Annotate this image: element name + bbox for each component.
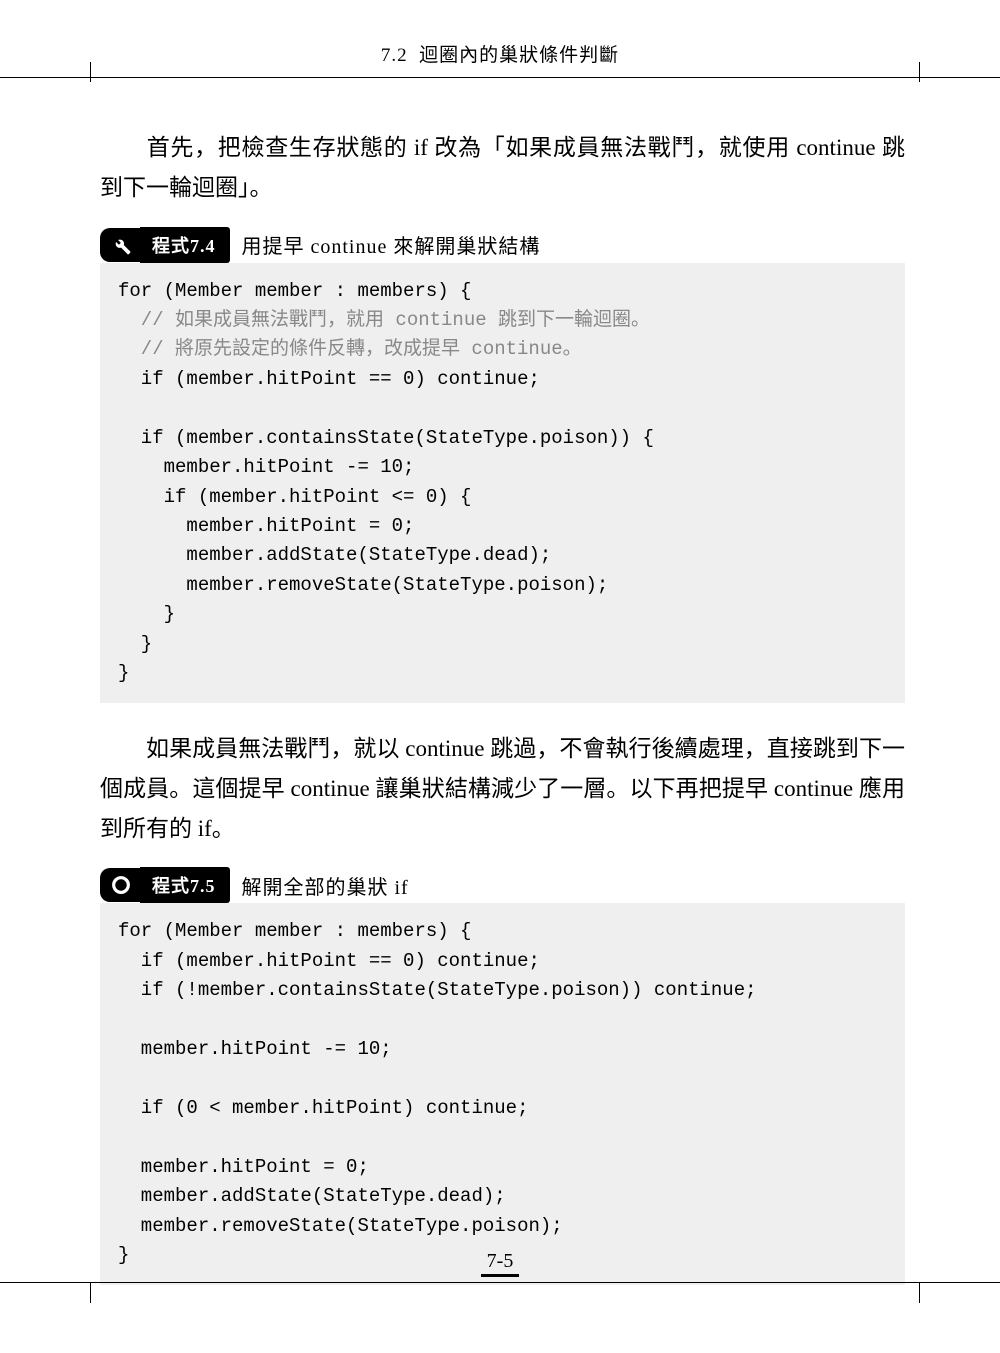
code-block: for (Member member : members) { if (memb… [100,903,905,1284]
page-header: 7.2 迴圈內的巢狀條件判斷 [0,0,1000,67]
section-number: 7.2 [381,45,408,66]
section-title: 迴圈內的巢狀條件判斷 [419,45,619,66]
paragraph: 如果成員無法戰鬥，就以 continue 跳過，不會執行後續處理，直接跳到下一個… [100,729,905,850]
listing-header: 程式7.4 用提早 continue 來解開巢狀結構 [100,227,905,263]
listing-label: 程式7.4 [140,227,230,263]
listing-title: 解開全部的巢狀 if [242,871,409,900]
page-number: 7-5 [0,1250,1000,1273]
wrench-icon [100,228,142,262]
listing-title: 用提早 continue 來解開巢狀結構 [242,230,541,259]
paragraph: 首先，把檢查生存狀態的 if 改為「如果成員無法戰鬥，就使用 continue … [100,128,905,209]
crop-mark [90,62,103,82]
listing-header: 程式7.5 解開全部的巢狀 if [100,867,905,903]
crop-mark [907,62,920,82]
footer-rule [0,1282,1000,1283]
crop-mark [90,1283,103,1303]
listing-label: 程式7.5 [140,867,230,903]
crop-mark [907,1283,920,1303]
code-block: for (Member member : members) { // 如果成員無… [100,263,905,703]
circle-icon [100,868,142,902]
